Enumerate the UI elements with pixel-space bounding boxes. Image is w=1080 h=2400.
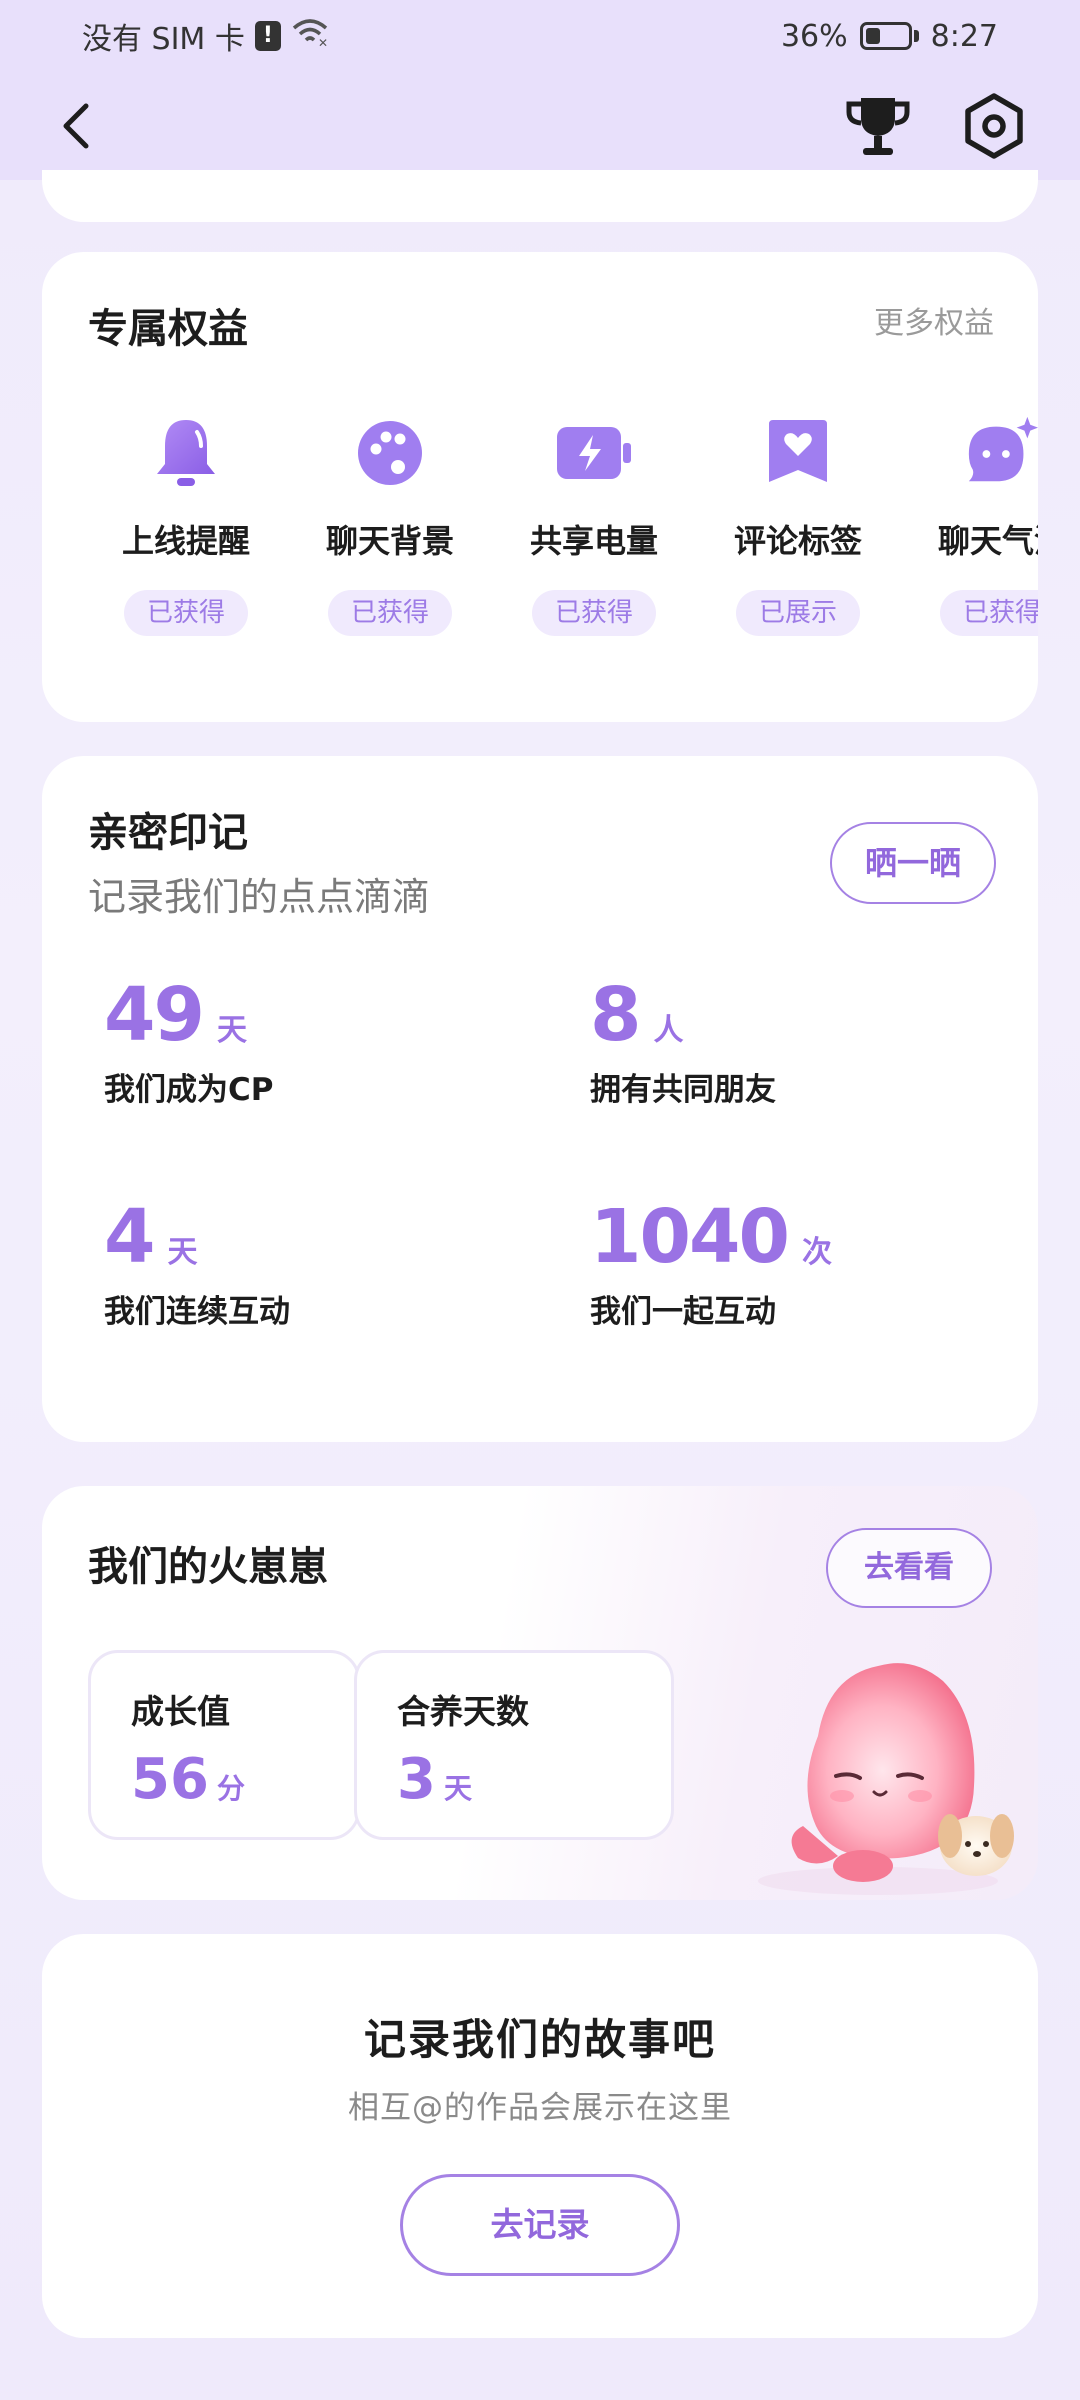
- top-nav-bar: [0, 72, 1080, 180]
- svg-text:✕: ✕: [318, 36, 328, 47]
- carrier-text: 没有 SIM 卡: [82, 22, 245, 57]
- stat-desc: 我们成为CP: [104, 1072, 274, 1108]
- previous-card-edge: [42, 170, 1038, 222]
- go-record-button[interactable]: 去记录: [400, 2174, 680, 2276]
- perk-label: 共享电量: [529, 522, 658, 560]
- raising-days-label: 合养天数: [397, 1692, 529, 1731]
- stat-unit: 次: [801, 1235, 832, 1270]
- stat-desc: 我们连续互动: [104, 1294, 290, 1330]
- story-subtitle: 相互@的作品会展示在这里: [348, 2090, 732, 2126]
- sim-alert-icon: !: [254, 21, 281, 51]
- growth-unit: 分: [216, 1772, 245, 1805]
- trophy-icon: [846, 98, 910, 155]
- stat-unit: 人: [653, 1013, 684, 1048]
- stat-unit: 天: [167, 1235, 198, 1270]
- perk-share-battery[interactable]: 共享电量 已获得: [492, 414, 696, 636]
- perk-status-badge: 已获得: [328, 590, 452, 636]
- stat-interactions: 1040 次 我们一起互动: [590, 1194, 1010, 1331]
- perk-status-badge: 已获得: [532, 590, 656, 636]
- perk-status-badge: 已获得: [940, 590, 1038, 636]
- perk-status-badge: 已获得: [124, 590, 248, 636]
- perk-chat-background[interactable]: 聊天背景 已获得: [288, 414, 492, 636]
- wifi-icon: ✕: [291, 17, 329, 55]
- settings-icon: [965, 93, 1023, 159]
- stat-value: 4: [104, 1194, 155, 1280]
- intimacy-title: 亲密印记: [88, 810, 248, 856]
- battery-icon: [859, 22, 919, 50]
- stat-value: 1040: [590, 1194, 790, 1280]
- more-perks-link[interactable]: 更多权益: [874, 298, 994, 342]
- bell-icon: [147, 414, 225, 492]
- perk-comment-tag[interactable]: 评论标签 已展示: [696, 414, 900, 636]
- view-mascot-button[interactable]: 去看看: [826, 1528, 992, 1608]
- story-card: 记录我们的故事吧 相互@的作品会展示在这里 去记录: [42, 1934, 1038, 2338]
- intimacy-subtitle: 记录我们的点点滴滴: [88, 875, 431, 919]
- back-button[interactable]: [48, 98, 104, 154]
- chevron-left-icon: [63, 103, 89, 149]
- perk-chat-bubble[interactable]: 聊天气泡 已获得: [900, 414, 1038, 636]
- settings-button[interactable]: [956, 88, 1032, 164]
- perks-card: 专属权益 更多权益 上线提醒 已获得 聊天背景 已获得 共享电量 已获得 评论标…: [42, 252, 1038, 722]
- mascot-title: 我们的火崽崽: [88, 1544, 328, 1590]
- perk-label: 聊天气泡: [937, 522, 1038, 560]
- fire-mascot-illustration: [758, 1663, 1014, 1895]
- growth-value: 56: [131, 1747, 209, 1812]
- perk-online-reminder[interactable]: 上线提醒 已获得: [84, 414, 288, 636]
- clock: 8:27: [930, 18, 998, 54]
- stat-cp-days: 49 天 我们成为CP: [104, 972, 524, 1109]
- battery-share-icon: [555, 414, 633, 492]
- perk-status-badge: 已展示: [736, 590, 860, 636]
- share-button[interactable]: 晒一晒: [830, 822, 996, 904]
- stat-value: 8: [590, 972, 641, 1058]
- battery-percent: 36%: [780, 18, 848, 54]
- perks-title: 专属权益: [88, 306, 248, 352]
- stat-value: 49: [104, 972, 205, 1058]
- stat-unit: 天: [216, 1013, 247, 1048]
- perks-list[interactable]: 上线提醒 已获得 聊天背景 已获得 共享电量 已获得 评论标签 已展示 聊天气 …: [42, 414, 1038, 704]
- stat-desc: 我们一起互动: [590, 1294, 776, 1330]
- palette-icon: [351, 414, 429, 492]
- perk-label: 聊天背景: [325, 522, 454, 560]
- stat-streak-days: 4天 我们连续互动: [104, 1194, 524, 1331]
- stat-desc: 拥有共同朋友: [590, 1072, 776, 1108]
- growth-value-box: 成长值 56 分: [88, 1650, 360, 1840]
- status-bar: 没有 SIM 卡 ! ✕ 36% 8:27: [0, 0, 1080, 72]
- mascot-card[interactable]: 我们的火崽崽 去看看 成长值 56 分 合养天数 3天: [42, 1486, 1038, 1900]
- heart-tag-icon: [759, 414, 837, 492]
- raising-days-box: 合养天数 3天: [354, 1650, 674, 1840]
- perk-label: 评论标签: [733, 522, 862, 560]
- perk-label: 上线提醒: [121, 522, 250, 560]
- story-title: 记录我们的故事吧: [363, 2015, 716, 2064]
- intimacy-card: 亲密印记 记录我们的点点滴滴 晒一晒 49 天 我们成为CP 8人 拥有共同朋友 …: [42, 756, 1038, 1442]
- trophy-button[interactable]: [840, 88, 916, 164]
- raising-days-value: 3: [397, 1747, 436, 1812]
- raising-days-unit: 天: [443, 1772, 472, 1805]
- stat-common-friends: 8人 拥有共同朋友: [590, 972, 1010, 1109]
- chat-bubble-icon: [963, 414, 1038, 492]
- growth-label: 成长值: [131, 1692, 230, 1731]
